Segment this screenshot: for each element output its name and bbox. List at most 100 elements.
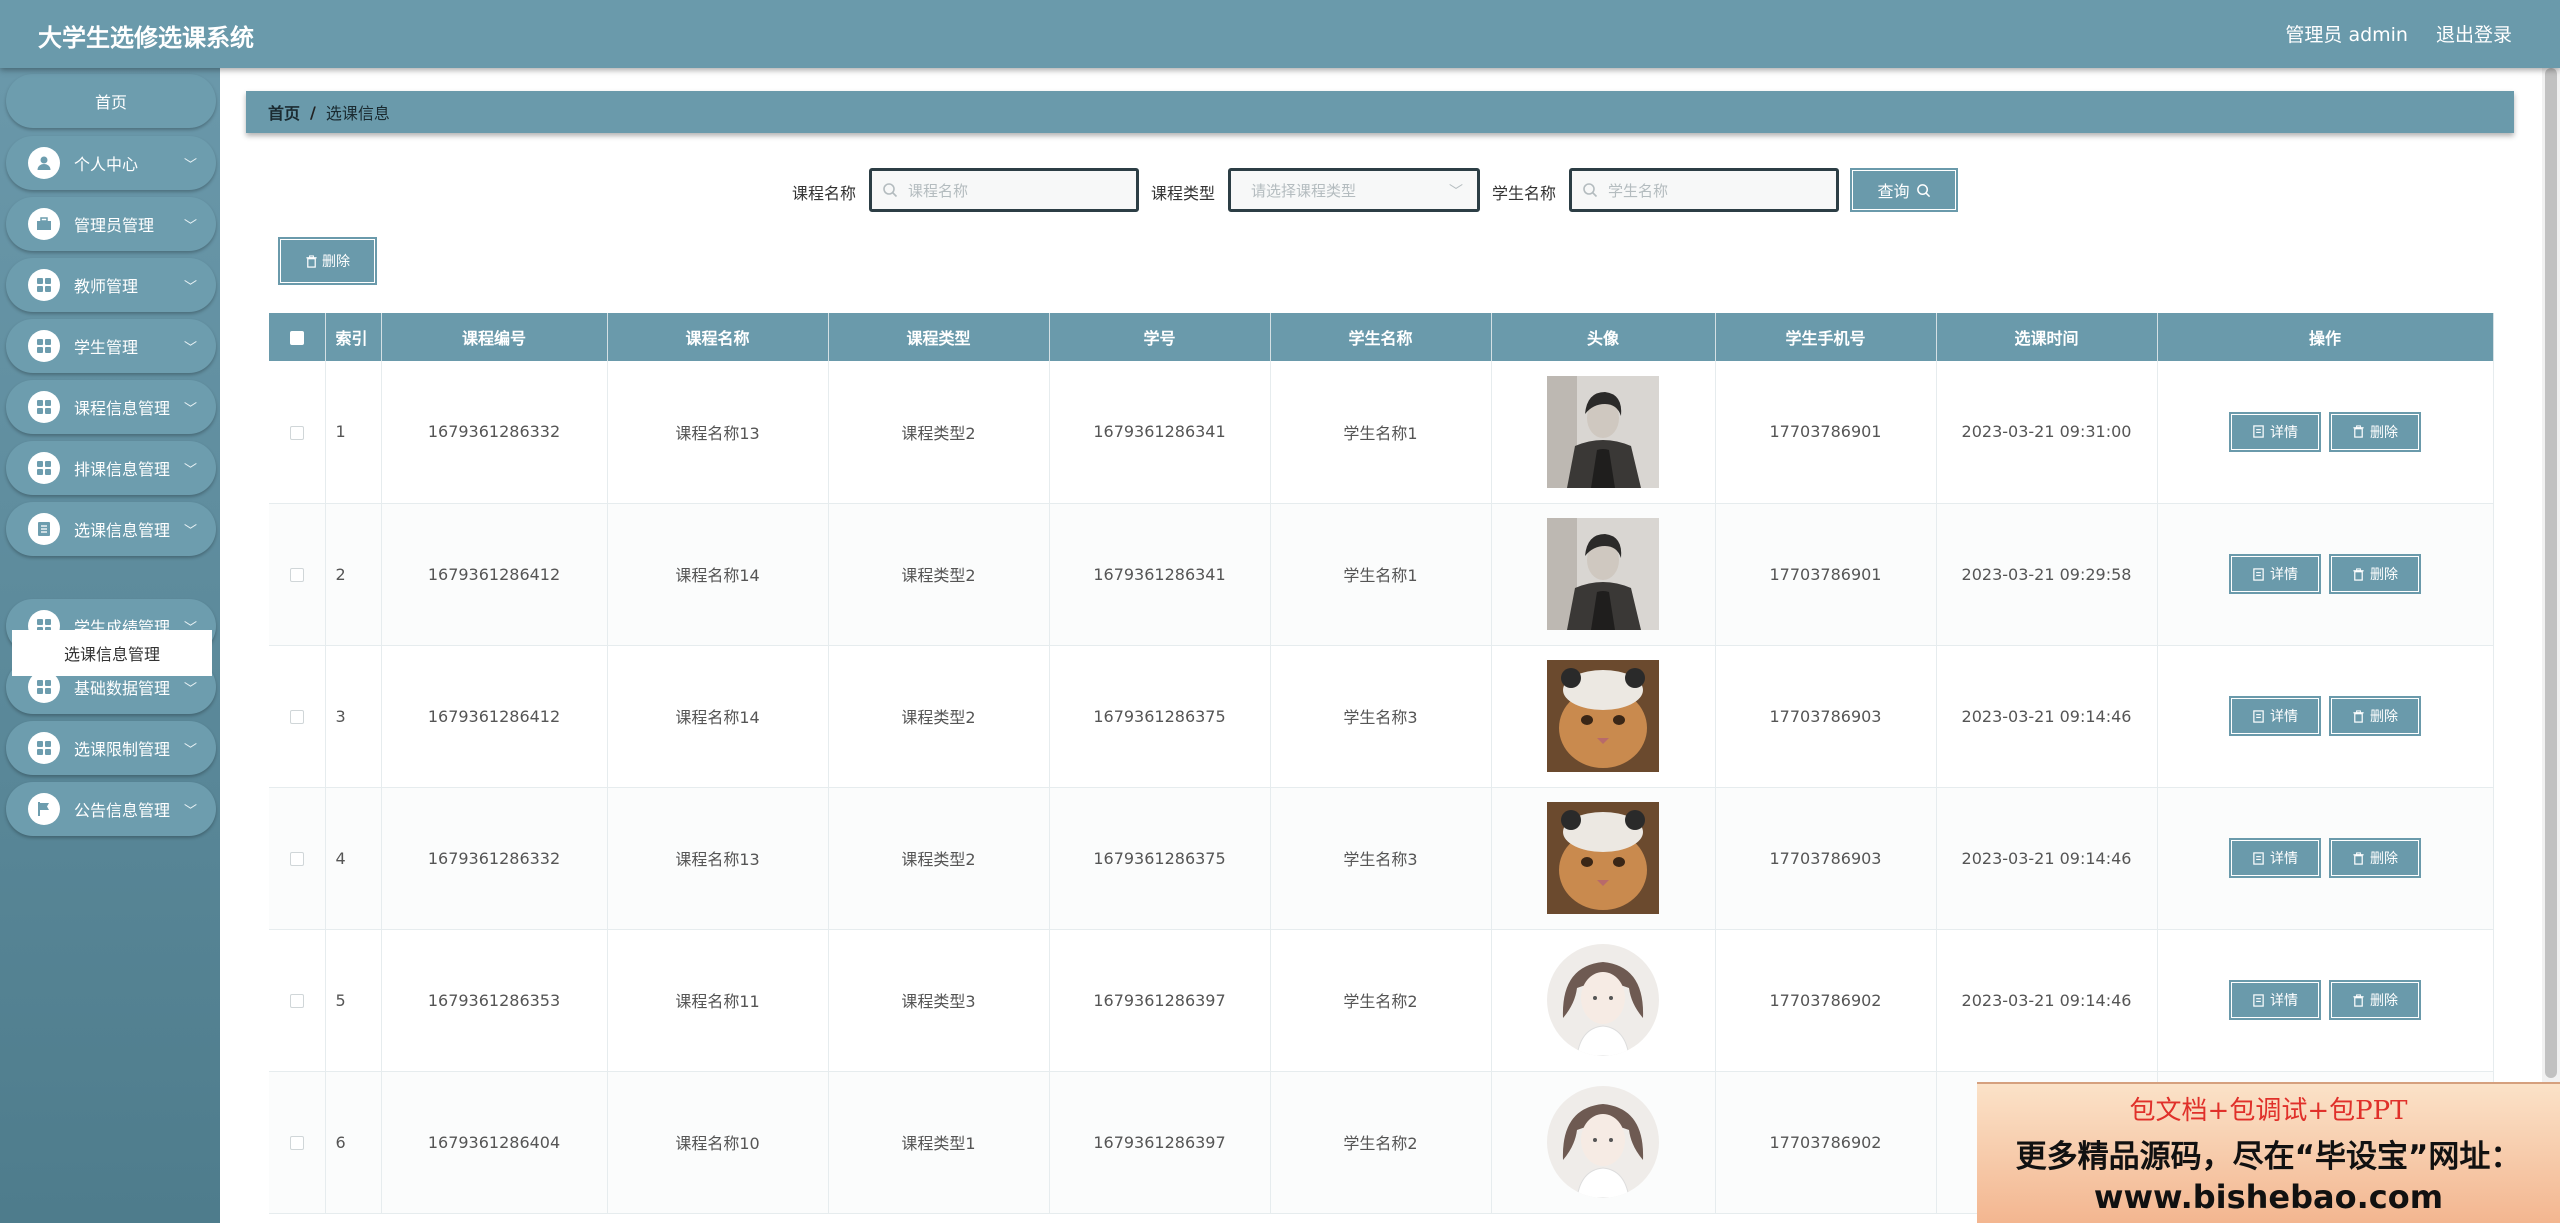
grid-icon bbox=[28, 391, 60, 423]
cell-actions: 详情 删除 bbox=[2157, 503, 2494, 646]
detail-button[interactable]: 详情 bbox=[2231, 413, 2319, 450]
avatar bbox=[1491, 787, 1716, 930]
chevron-down-icon: ﹀ bbox=[184, 462, 198, 478]
document-icon bbox=[2253, 425, 2264, 438]
document-icon bbox=[28, 513, 60, 545]
chevron-down-icon: ﹀ bbox=[184, 681, 198, 697]
detail-button-label: 详情 bbox=[2270, 709, 2298, 725]
sidebar-item-label: 排课信息管理 bbox=[74, 460, 171, 479]
select-all-checkbox[interactable] bbox=[269, 313, 326, 361]
document-icon bbox=[2253, 709, 2264, 723]
sidebar-item-5[interactable]: 课程信息管理 ﹀ bbox=[6, 380, 216, 434]
table-header-row: 索引 课程编号 课程名称 课程类型 学号 学生名称 头像 学生手机号 选课时间 … bbox=[269, 313, 2494, 361]
detail-button[interactable]: 详情 bbox=[2231, 982, 2319, 1018]
sidebar-item-label: 基础数据管理 bbox=[74, 679, 171, 698]
cell-index: 3 bbox=[325, 645, 382, 788]
sidebar-item-7[interactable]: 选课信息管理 ﹀ bbox=[6, 502, 216, 556]
cell-student-no: 1679361286397 bbox=[1049, 929, 1271, 1072]
avatar bbox=[1491, 503, 1716, 646]
cell-index: 1 bbox=[325, 361, 382, 504]
delete-button[interactable]: 删除 bbox=[2331, 698, 2419, 734]
chevron-down-icon: ﹀ bbox=[184, 523, 198, 539]
cell-course-name: 课程名称13 bbox=[607, 787, 829, 930]
cell-course-name: 课程名称11 bbox=[607, 929, 829, 1072]
sidebar-item-label: 学生管理 bbox=[74, 338, 139, 357]
sidebar-item-4[interactable]: 学生管理 ﹀ bbox=[6, 319, 216, 373]
breadcrumb-home[interactable]: 首页 bbox=[268, 100, 300, 124]
row-checkbox[interactable] bbox=[269, 645, 326, 788]
cell-time: 2023-03-21 09:14:46 bbox=[1936, 645, 2158, 788]
search-icon bbox=[883, 183, 898, 198]
delete-button-label: 删除 bbox=[2370, 567, 2398, 583]
delete-button[interactable]: 删除 bbox=[2331, 413, 2419, 450]
ad-line-3: www.bishebao.com bbox=[2093, 1178, 2444, 1216]
trash-icon bbox=[2353, 851, 2364, 865]
sidebar-subitem-course-selection[interactable]: 选课信息管理 bbox=[12, 630, 212, 676]
query-button-label: 查询 bbox=[1877, 182, 1910, 201]
detail-button-label: 详情 bbox=[2270, 424, 2298, 441]
column-header: 课程类型 bbox=[828, 313, 1050, 361]
chevron-down-icon: ﹀ bbox=[184, 340, 198, 356]
sidebar-item-label: 课程信息管理 bbox=[74, 399, 171, 418]
delete-button[interactable]: 删除 bbox=[2331, 840, 2419, 876]
course-name-input[interactable]: 课程名称 bbox=[869, 168, 1139, 212]
grid-icon bbox=[28, 269, 60, 301]
column-header: 课程编号 bbox=[381, 313, 608, 361]
sidebar-item-label: 管理员管理 bbox=[74, 216, 155, 235]
column-header: 课程名称 bbox=[607, 313, 829, 361]
table-row: 1 1679361286332 课程名称13 课程类型2 1679361286341 学生… bbox=[269, 361, 2494, 504]
detail-button[interactable]: 详情 bbox=[2231, 840, 2319, 876]
column-header: 选课时间 bbox=[1936, 313, 2158, 361]
logout-button[interactable]: 退出登录 bbox=[2436, 20, 2512, 47]
chevron-down-icon: ﹀ bbox=[184, 218, 198, 234]
student-name-input[interactable]: 学生名称 bbox=[1569, 168, 1839, 212]
cell-course-type: 课程类型2 bbox=[828, 361, 1050, 504]
row-checkbox[interactable] bbox=[269, 929, 326, 1072]
course-type-select[interactable]: 请选择课程类型 ﹀ bbox=[1228, 168, 1480, 212]
cell-student-no: 1679361286341 bbox=[1049, 361, 1271, 504]
column-header: 索引 bbox=[325, 313, 382, 361]
table-row: 3 1679361286412 课程名称14 课程类型2 1679361286375 学生… bbox=[269, 645, 2494, 788]
user-label[interactable]: 管理员 admin bbox=[2285, 20, 2408, 47]
cell-student-name: 学生名称1 bbox=[1270, 503, 1492, 646]
vertical-scrollbar[interactable] bbox=[2542, 68, 2560, 1223]
delete-button-label: 删除 bbox=[2370, 424, 2398, 441]
row-checkbox[interactable] bbox=[269, 787, 326, 930]
document-icon bbox=[2253, 851, 2264, 865]
cell-time: 2023-03-21 09:14:46 bbox=[1936, 929, 2158, 1072]
row-checkbox[interactable] bbox=[269, 503, 326, 646]
search-icon bbox=[1916, 183, 1930, 197]
sidebar-item-11[interactable]: 公告信息管理 ﹀ bbox=[6, 782, 216, 836]
sidebar-item-6[interactable]: 排课信息管理 ﹀ bbox=[6, 441, 216, 495]
batch-delete-button[interactable]: 删除 bbox=[280, 239, 375, 283]
avatar bbox=[1491, 929, 1716, 1072]
detail-button-label: 详情 bbox=[2270, 851, 2298, 867]
sidebar-item-label: 公告信息管理 bbox=[74, 801, 171, 820]
cell-student-name: 学生名称3 bbox=[1270, 645, 1492, 788]
breadcrumb-separator: / bbox=[310, 102, 316, 122]
detail-button[interactable]: 详情 bbox=[2231, 556, 2319, 592]
trash-icon bbox=[306, 254, 317, 268]
sidebar-item-3[interactable]: 教师管理 ﹀ bbox=[6, 258, 216, 312]
course-type-label: 课程类型 bbox=[1151, 184, 1216, 203]
delete-button[interactable]: 删除 bbox=[2331, 556, 2419, 592]
delete-button-label: 删除 bbox=[2370, 709, 2398, 725]
document-icon bbox=[2253, 993, 2264, 1007]
cell-actions: 详情 删除 bbox=[2157, 787, 2494, 930]
cell-course-no: 1679361286332 bbox=[381, 361, 608, 504]
cell-course-name: 课程名称14 bbox=[607, 503, 829, 646]
grid-icon bbox=[28, 330, 60, 362]
detail-button[interactable]: 详情 bbox=[2231, 698, 2319, 734]
delete-button-label: 删除 bbox=[2370, 993, 2398, 1009]
column-header: 头像 bbox=[1491, 313, 1716, 361]
sidebar-item-home[interactable]: 首页 bbox=[6, 74, 216, 128]
chevron-down-icon: ﹀ bbox=[184, 742, 198, 758]
row-checkbox[interactable] bbox=[269, 1071, 326, 1214]
avatar bbox=[1491, 361, 1716, 504]
column-header: 操作 bbox=[2157, 313, 2494, 361]
row-checkbox[interactable] bbox=[269, 361, 326, 504]
delete-button[interactable]: 删除 bbox=[2331, 982, 2419, 1018]
scrollbar-thumb[interactable] bbox=[2545, 68, 2557, 1078]
query-button[interactable]: 查询 bbox=[1852, 170, 1956, 210]
sidebar-item-10[interactable]: 选课限制管理 ﹀ bbox=[6, 721, 216, 775]
